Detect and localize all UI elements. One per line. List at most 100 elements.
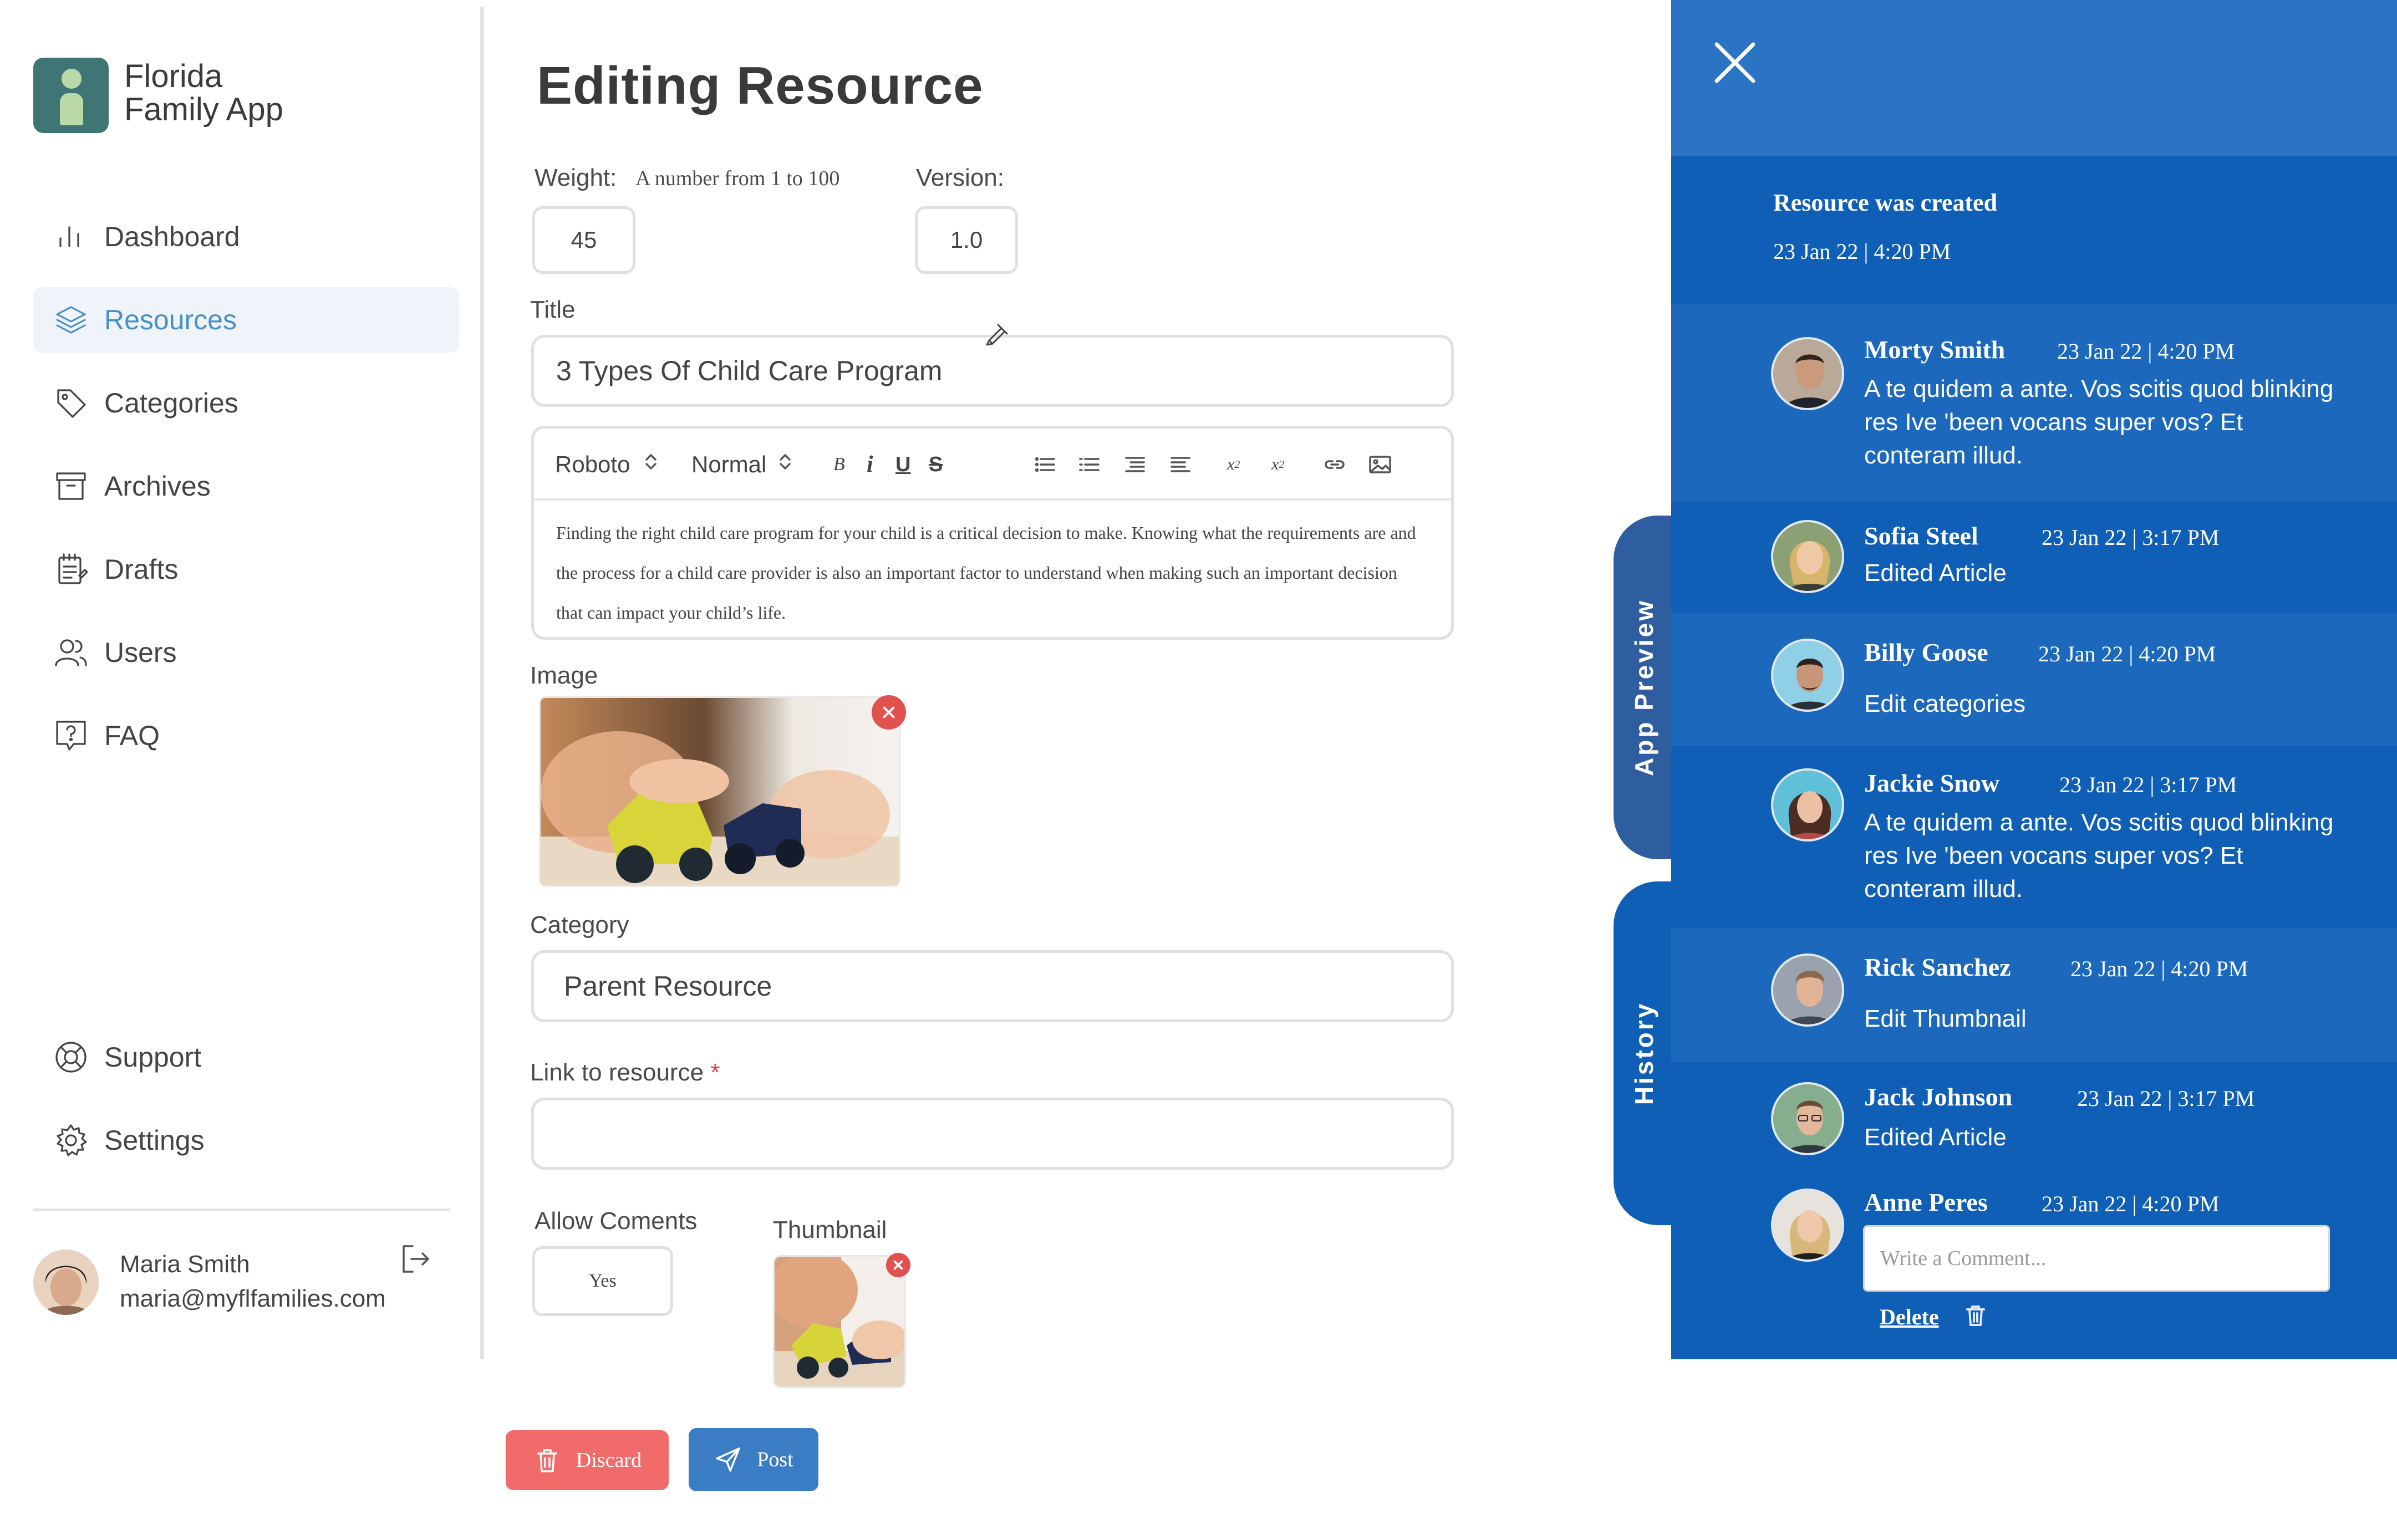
link-icon[interactable] [1321, 445, 1348, 484]
sidebar-item-support[interactable]: Support [33, 1024, 459, 1090]
sidebar-item-faq[interactable]: FAQ [33, 703, 459, 768]
sidebar-item-label: Archives [104, 471, 211, 502]
thumbnail-image [773, 1255, 906, 1388]
trash-icon [537, 1449, 557, 1472]
sidebar-item-users[interactable]: Users [33, 620, 459, 685]
trash-icon[interactable] [1963, 1303, 1988, 1328]
thumbnail-label: Thumbnail [773, 1216, 887, 1243]
entry-date: 23 Jan 22 [2038, 641, 2124, 666]
logout-icon[interactable] [398, 1242, 432, 1276]
sidebar-item-label: Support [104, 1042, 202, 1073]
entry-date: 23 Jan 22 [2057, 339, 2142, 364]
sidebar-item-drafts[interactable]: Drafts [33, 537, 459, 602]
avatar [1771, 768, 1844, 842]
logo-person-head [62, 69, 82, 89]
tag-icon [50, 382, 92, 424]
sidebar-item-label: Users [104, 637, 177, 668]
editor-body[interactable]: Finding the right child care program for… [556, 513, 1421, 633]
entry-name: Sofia Steel [1864, 522, 1978, 550]
bar-chart-icon [50, 216, 92, 258]
category-label: Category [530, 911, 629, 939]
subscript-button[interactable]: x2 [1227, 445, 1240, 484]
entry-timestamp: 23 Jan 22 | 3:17 PM [2059, 772, 2237, 797]
post-button[interactable]: Post [689, 1428, 818, 1491]
page-title: Editing Resource [537, 56, 984, 115]
entry-time: 3:17 PM [2160, 772, 2237, 797]
entry-date: 23 Jan 22 [2077, 1086, 2162, 1111]
sidebar-item-settings[interactable]: Settings [33, 1108, 459, 1173]
tab-history[interactable]: History [1614, 881, 1675, 1225]
remove-thumbnail-icon[interactable] [886, 1253, 910, 1277]
outdent-icon[interactable] [1167, 445, 1194, 484]
weight-input[interactable]: 45 [532, 206, 635, 274]
app-name-line1: Florida [124, 58, 223, 94]
remove-image-icon[interactable] [872, 695, 906, 730]
comment-input[interactable]: Write a Comment... [1863, 1225, 2330, 1292]
underline-button[interactable]: U [895, 445, 910, 484]
style-select[interactable]: Normal [691, 445, 798, 484]
image-insert-icon[interactable] [1367, 445, 1393, 484]
entry-time: 4:20 PM [2157, 339, 2235, 364]
question-box-icon [50, 715, 92, 757]
sidebar-item-archives[interactable]: Archives [33, 453, 459, 519]
link-input[interactable] [531, 1098, 1454, 1170]
category-select[interactable]: Parent Resource [531, 950, 1454, 1022]
weight-label: Weight: [535, 164, 617, 191]
sidebar: Florida Family App Dashboard Resources C… [0, 0, 482, 1540]
created-date: 23 Jan 22 [1773, 239, 1859, 264]
entry-text: A te quidem a ante. Vos scitis quod blin… [1864, 809, 2334, 902]
entry-date: 23 Jan 22 [2042, 1191, 2127, 1216]
bold-button[interactable]: B [833, 445, 845, 484]
sidebar-item-label: Settings [104, 1125, 205, 1156]
allow-comments-select[interactable]: Yes [532, 1246, 673, 1316]
sidebar-item-label: Dashboard [104, 221, 240, 252]
avatar [1771, 1189, 1844, 1262]
entry-timestamp: 23 Jan 22 | 4:20 PM [2038, 641, 2216, 666]
allow-comments-label: Allow Coments [535, 1207, 698, 1235]
sidebar-item-label: Categories [104, 387, 238, 419]
delete-link[interactable]: Delete [1880, 1304, 1939, 1330]
entry-time: 4:20 PM [2171, 956, 2248, 981]
app-name-line2: Family App [124, 91, 283, 128]
numbered-list-icon[interactable] [1076, 445, 1103, 484]
pen-cursor-icon [981, 320, 1009, 348]
entry-name: Morty Smith [1864, 335, 2006, 364]
italic-button[interactable]: i [867, 445, 873, 484]
sidebar-item-label: Drafts [104, 554, 179, 585]
entry-text: Edited Article [1864, 1124, 2007, 1151]
entry-timestamp: 23 Jan 22 | 3:17 PM [2042, 525, 2220, 550]
style-value: Normal [691, 451, 767, 477]
font-value: Roboto [555, 451, 630, 477]
weight-hint: A number from 1 to 100 [635, 167, 840, 190]
title-label: Title [530, 296, 576, 323]
superscript-button[interactable]: x2 [1271, 445, 1284, 484]
logo-person-body [60, 93, 83, 125]
sidebar-item-categories[interactable]: Categories [33, 370, 459, 436]
version-input[interactable]: 1.0 [915, 206, 1018, 274]
rich-text-editor[interactable]: Roboto Normal B i U S x2 x2 Finding the … [531, 426, 1454, 640]
sidebar-item-dashboard[interactable]: Dashboard [33, 204, 459, 269]
avatar [1771, 337, 1844, 410]
sidebar-item-resources[interactable]: Resources [33, 287, 459, 353]
entry-name: Jackie Snow [1864, 769, 2000, 797]
font-select[interactable]: Roboto [555, 445, 664, 484]
sidebar-divider [33, 1208, 450, 1211]
history-panel: Resource was created 23 Jan 22 | 4:20 PM… [1671, 0, 2397, 1359]
layers-icon [50, 299, 92, 341]
created-title: Resource was created [1773, 189, 1998, 216]
tab-app-preview[interactable]: App Preview [1614, 516, 1675, 859]
avatar [1771, 1082, 1844, 1155]
strikethrough-button[interactable]: S [929, 445, 943, 484]
entry-timestamp: 23 Jan 22 | 4:20 PM [2057, 339, 2235, 364]
title-value: 3 Types Of Child Care Program [556, 355, 943, 386]
category-value: Parent Resource [564, 971, 772, 1002]
avatar[interactable] [33, 1250, 99, 1315]
indent-icon[interactable] [1122, 445, 1148, 484]
app-name: Florida Family App [124, 60, 283, 126]
history-entry: Morty Smith 23 Jan 22 | 4:20 PM A te qui… [1671, 304, 2397, 501]
bullet-list-icon[interactable] [1032, 445, 1058, 484]
discard-button[interactable]: Discard [506, 1430, 669, 1490]
close-icon[interactable] [1709, 37, 1761, 89]
entry-time: 3:17 PM [2177, 1086, 2255, 1111]
entry-text: A te quidem a ante. Vos scitis quod blin… [1864, 375, 2334, 469]
